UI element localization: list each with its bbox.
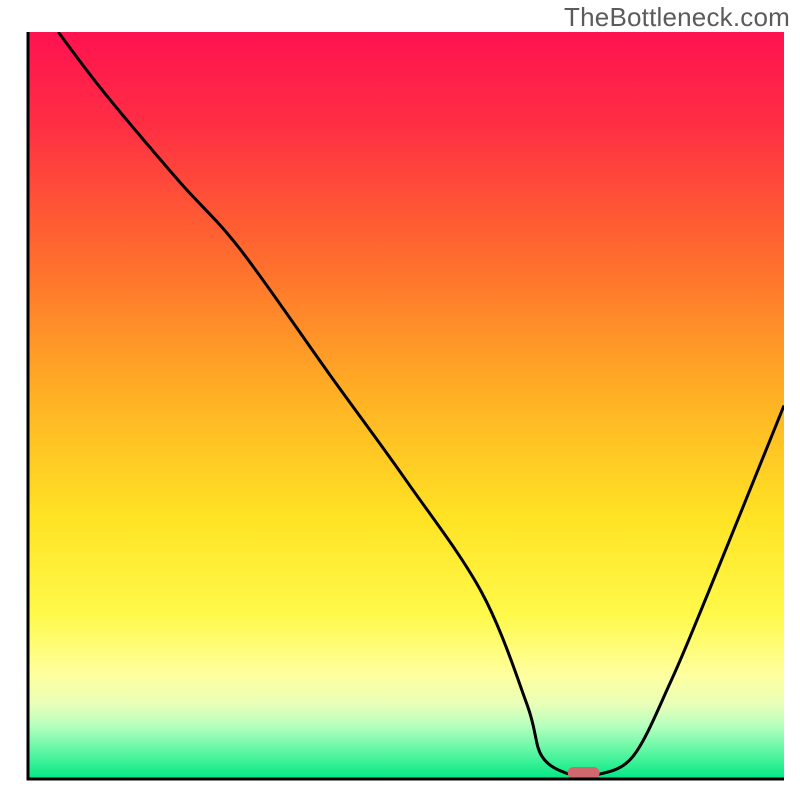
gradient-background [28, 32, 784, 779]
optimal-marker [568, 767, 600, 779]
bottleneck-chart [0, 0, 800, 800]
chart-container: TheBottleneck.com [0, 0, 800, 800]
watermark-text: TheBottleneck.com [564, 2, 790, 33]
